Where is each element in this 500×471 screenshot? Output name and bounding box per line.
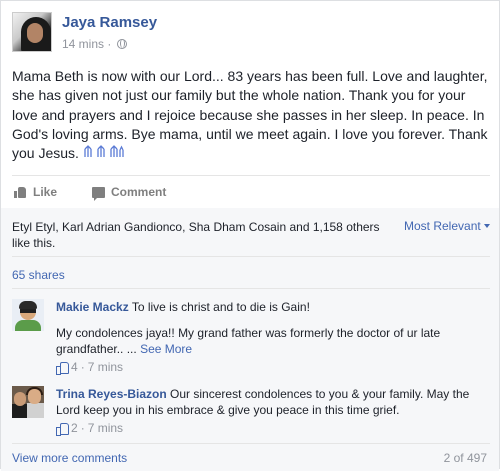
comment-body: Trina Reyes-Biazon Our sincerest condole… xyxy=(56,386,496,436)
comment-body: Makie Mackz To live is christ and to die… xyxy=(56,299,496,375)
commenter-avatar[interactable] xyxy=(12,386,44,418)
comment-text: To live is christ and to die is Gain! xyxy=(131,300,310,314)
comment-count: 2 of 497 xyxy=(443,451,487,465)
like-count-icon xyxy=(56,361,69,375)
like-button[interactable]: Like xyxy=(14,185,57,199)
comment-button[interactable]: Comment xyxy=(92,185,167,201)
comment-continuation: My condolences jaya!! My grand father wa… xyxy=(56,326,441,356)
like-count-icon xyxy=(56,422,69,436)
comment-meta: 4 · 7 mins xyxy=(56,359,496,375)
post-time: 14 mins xyxy=(62,37,105,51)
comment-item: Trina Reyes-Biazon Our sincerest condole… xyxy=(12,386,492,438)
sort-dropdown[interactable]: Most Relevant xyxy=(404,219,490,233)
divider xyxy=(12,443,490,444)
divider xyxy=(12,175,490,176)
globe-icon xyxy=(116,39,127,49)
comment-like-count[interactable]: 2 xyxy=(71,420,78,436)
comment-label: Comment xyxy=(111,185,167,199)
facebook-post-card: Jaya Ramsey 14 mins · Mama Beth is now w… xyxy=(0,0,500,471)
chevron-down-icon xyxy=(483,224,490,228)
post-author-name[interactable]: Jaya Ramsey xyxy=(62,14,157,31)
comment-meta: 2 · 7 mins xyxy=(56,420,496,436)
comment-like-count[interactable]: 4 xyxy=(71,359,78,375)
shares-link[interactable]: 65 shares xyxy=(12,268,65,282)
post-body: Mama Beth is now with our Lord... 83 yea… xyxy=(12,67,492,163)
like-label: Like xyxy=(33,185,58,199)
post-timestamp[interactable]: 14 mins · xyxy=(62,37,127,51)
comment-time[interactable]: 7 mins xyxy=(88,420,123,436)
comment-bubble-icon xyxy=(92,186,105,201)
thumbs-up-icon xyxy=(14,186,27,198)
see-more-link[interactable]: See More xyxy=(140,342,192,356)
commenter-avatar[interactable] xyxy=(12,299,44,331)
divider xyxy=(12,256,490,257)
commenter-name[interactable]: Trina Reyes-Biazon xyxy=(56,387,167,401)
commenter-name[interactable]: Makie Mackz xyxy=(56,300,129,314)
view-more-comments-link[interactable]: View more comments xyxy=(12,451,127,465)
praying-figures-icon xyxy=(83,144,125,163)
divider xyxy=(12,288,490,289)
comment-time[interactable]: 7 mins xyxy=(88,359,123,375)
author-avatar[interactable] xyxy=(12,12,52,52)
sort-label: Most Relevant xyxy=(404,219,481,233)
likers-summary[interactable]: Etyl Etyl, Karl Adrian Gandionco, Sha Dh… xyxy=(12,219,392,251)
comment-item: Makie Mackz To live is christ and to die… xyxy=(12,299,492,379)
